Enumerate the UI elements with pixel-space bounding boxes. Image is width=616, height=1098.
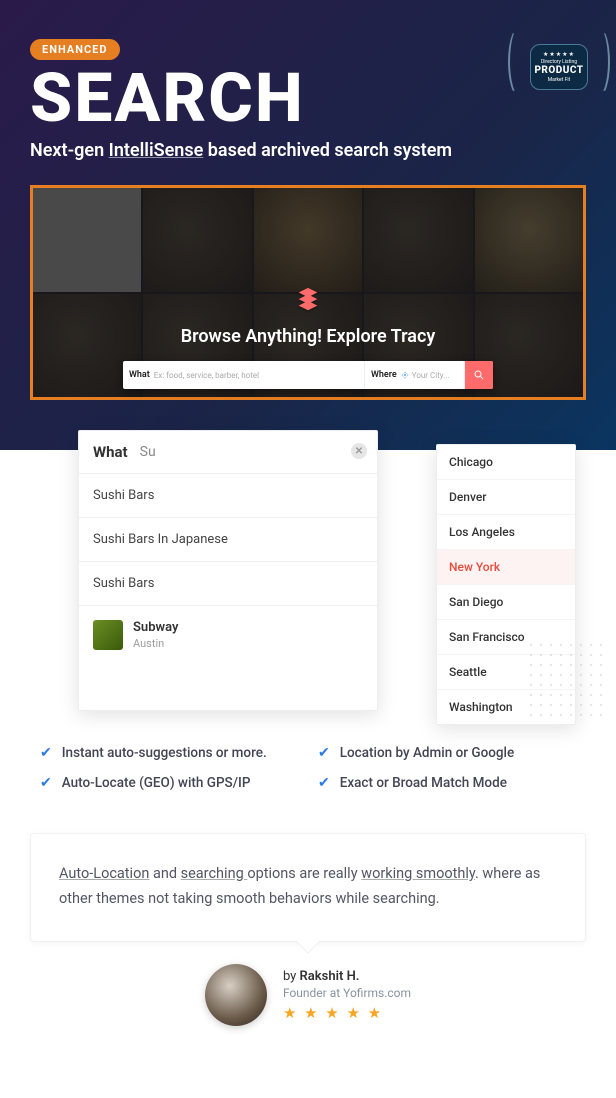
author-block: by Rakshit H. Founder at Yofirms.com ★ ★… [0, 964, 616, 1026]
suggestion-title: Subway [133, 620, 178, 635]
check-icon: ✔ [318, 745, 330, 761]
what-dropdown: What Su ✕ Sushi Bars Sushi Bars In Japan… [78, 430, 378, 711]
author-role: Founder at Yofirms.com [283, 986, 411, 1000]
features-list: ✔ Instant auto-suggestions or more. ✔ Locat… [0, 745, 616, 791]
feature-text: Exact or Broad Match Mode [340, 775, 507, 791]
search-preview-card: Browse Anything! Explore Tracy What Ex: … [30, 185, 586, 400]
product-badge: ★★★★★ Directory Listing PRODUCT Market F… [520, 28, 598, 106]
what-dropdown-header: What Su ✕ [79, 431, 377, 474]
what-dropdown-query: Su [140, 444, 156, 460]
page-subtitle: Next-gen IntelliSense based archived sea… [30, 140, 586, 161]
feature-item: ✔ Location by Admin or Google [318, 745, 576, 761]
what-suggestion[interactable]: Sushi Bars [79, 474, 377, 518]
city-option[interactable]: San Diego [437, 585, 575, 620]
check-icon: ✔ [318, 775, 330, 791]
check-icon: ✔ [40, 775, 52, 791]
avatar [205, 964, 267, 1026]
intellisense-link[interactable]: IntelliSense [109, 140, 204, 161]
browse-title: Browse Anything! Explore Tracy [181, 326, 436, 347]
city-option[interactable]: Los Angeles [437, 515, 575, 550]
testimonial-seg: Auto-Location [59, 865, 149, 882]
what-label: What [129, 370, 150, 380]
testimonial-seg: and [149, 865, 180, 882]
search-bar: What Ex: food, service, barber, hotel Wh… [123, 361, 493, 389]
location-icon [401, 371, 409, 379]
author-byline: by Rakshit H. [283, 969, 411, 984]
city-option[interactable]: Denver [437, 480, 575, 515]
subtitle-pre: Next-gen [30, 140, 109, 161]
clear-icon[interactable]: ✕ [351, 443, 367, 459]
author-name: Rakshit H. [300, 969, 360, 984]
enhanced-badge: ENHANCED [30, 39, 120, 60]
testimonial-text: Auto-Location and searching options are … [59, 862, 557, 911]
where-input[interactable]: Where Your City... [365, 361, 465, 389]
what-placeholder: Ex: food, service, barber, hotel [154, 371, 259, 380]
logo-icon [292, 284, 324, 316]
feature-item: ✔ Instant auto-suggestions or more. [40, 745, 298, 761]
feature-text: Instant auto-suggestions or more. [62, 745, 267, 761]
city-option[interactable]: Chicago [437, 445, 575, 480]
feature-item: ✔ Auto-Locate (GEO) with GPS/IP [40, 775, 298, 791]
page-title: SEARCH [30, 64, 586, 132]
suggestion-subtitle: Austin [133, 637, 178, 650]
subtitle-post: based archived search system [203, 140, 452, 161]
feature-text: Location by Admin or Google [340, 745, 514, 761]
city-option[interactable]: New York [437, 550, 575, 585]
check-icon: ✔ [40, 745, 52, 761]
feature-item: ✔ Exact or Broad Match Mode [318, 775, 576, 791]
what-suggestion[interactable]: Sushi Bars In Japanese [79, 518, 377, 562]
testimonial-card: Auto-Location and searching options are … [30, 833, 586, 942]
where-placeholder: Your City... [412, 371, 450, 380]
rating-stars: ★ ★ ★ ★ ★ [283, 1004, 411, 1022]
what-suggestion-rich[interactable]: Subway Austin [79, 606, 377, 664]
hero-section: ENHANCED SEARCH Next-gen IntelliSense ba… [0, 0, 616, 450]
search-icon [473, 369, 485, 381]
laurel-icon [514, 22, 604, 112]
search-button[interactable] [465, 361, 493, 389]
testimonial-seg: working smoothly [361, 865, 475, 882]
testimonial-seg: searching [181, 865, 248, 882]
testimonial-seg: options are really [247, 865, 361, 882]
what-dropdown-label: What [93, 443, 128, 461]
what-input[interactable]: What Ex: food, service, barber, hotel [123, 361, 365, 389]
by-label: by [283, 969, 300, 984]
suggestion-thumbnail [93, 620, 123, 650]
where-label: Where [371, 370, 397, 380]
feature-text: Auto-Locate (GEO) with GPS/IP [62, 775, 251, 791]
what-suggestion[interactable]: Sushi Bars [79, 562, 377, 606]
dots-decoration [526, 640, 606, 720]
